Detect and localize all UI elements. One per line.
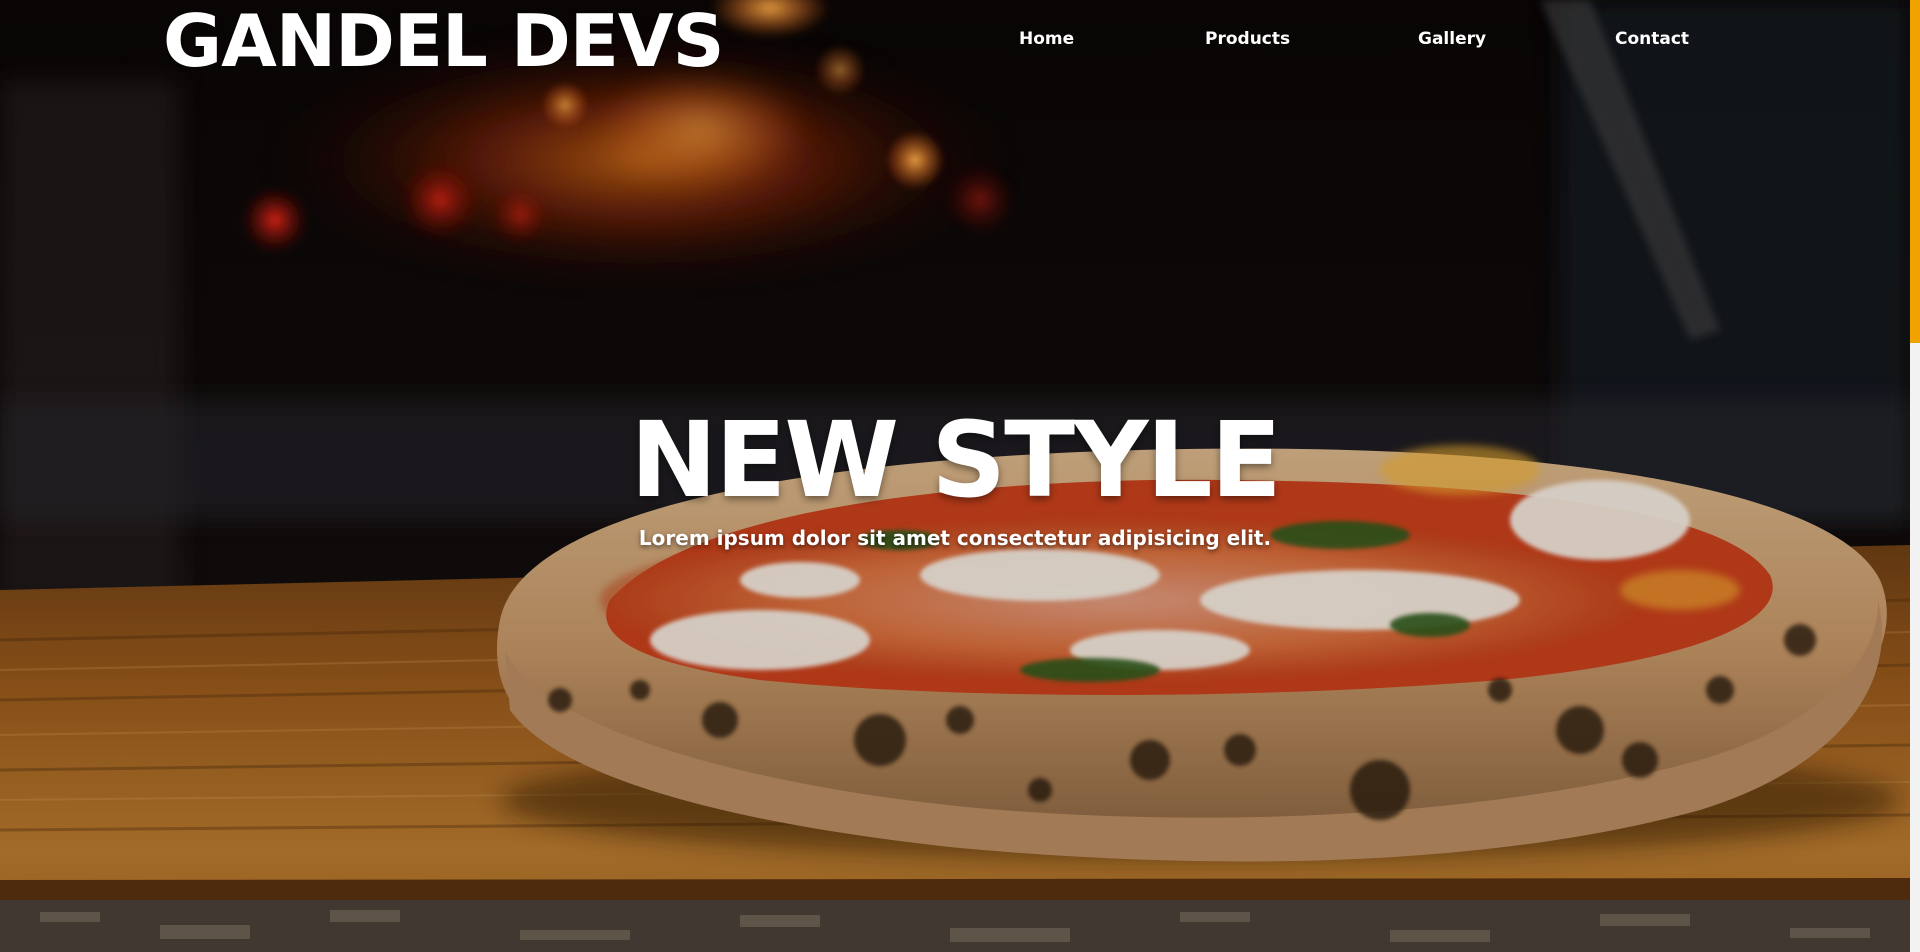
nav-link-products[interactable]: Products — [1205, 26, 1290, 52]
hero-subtitle: Lorem ipsum dolor sit amet consectetur a… — [638, 526, 1272, 550]
nav-link-home[interactable]: Home — [1019, 26, 1074, 52]
hero-section: GANDEL DEVS Home Products Gallery Contac… — [0, 0, 1910, 952]
main-nav: Home Products Gallery Contact — [960, 26, 1720, 56]
scrollbar-thumb[interactable] — [1910, 0, 1920, 343]
page-scrollbar[interactable] — [1910, 0, 1920, 952]
site-logo[interactable]: GANDEL DEVS — [163, 2, 724, 80]
nav-link-gallery[interactable]: Gallery — [1418, 26, 1486, 52]
hero-title: NEW STYLE — [630, 399, 1281, 521]
nav-link-contact[interactable]: Contact — [1615, 26, 1689, 52]
